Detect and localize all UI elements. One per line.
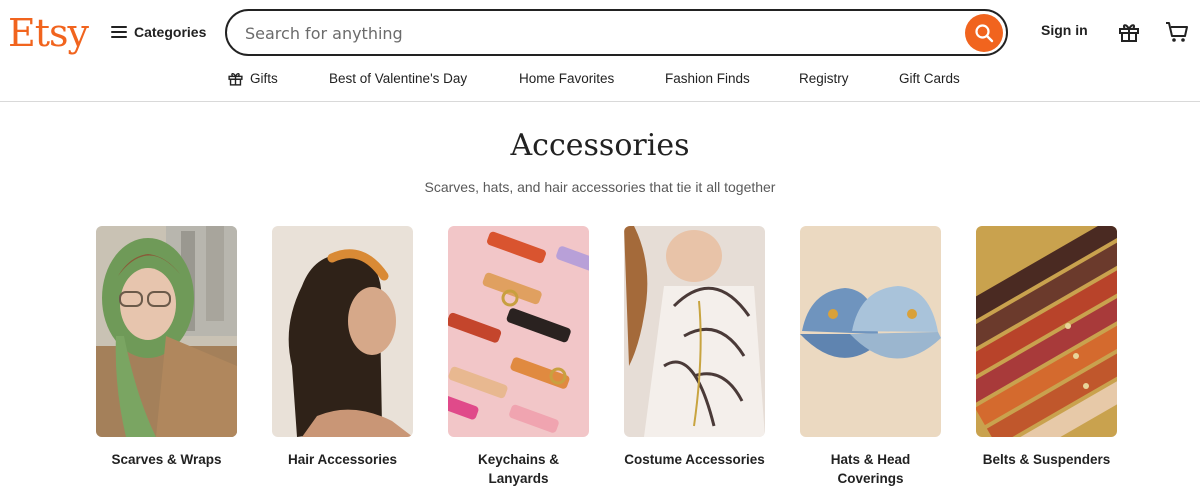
nav-label: Best of Valentine's Day [329, 70, 468, 86]
nav-label: Home Favorites [519, 70, 615, 86]
category-card-hats-head-coverings[interactable]: Hats & Head Coverings [800, 226, 941, 488]
hamburger-icon [111, 26, 127, 38]
gift-icon [228, 72, 243, 86]
search-button[interactable] [965, 14, 1003, 52]
gift-icon[interactable] [1117, 20, 1141, 44]
top-nav: Gifts Best of Valentine's Day Home Favor… [0, 66, 1200, 90]
category-image [96, 226, 237, 437]
cart-icon[interactable] [1164, 20, 1190, 44]
nav-label: Registry [799, 70, 849, 86]
nav-item-valentines[interactable]: Best of Valentine's Day [329, 66, 467, 90]
category-label: Scarves & Wraps [111, 452, 222, 467]
etsy-logo[interactable]: Etsy [8, 8, 89, 58]
nav-item-registry[interactable]: Registry [799, 66, 849, 90]
sign-in-link[interactable]: Sign in [1041, 22, 1088, 38]
categories-button[interactable]: Categories [111, 20, 206, 44]
categories-label: Categories [134, 24, 207, 40]
search-icon [975, 24, 994, 43]
category-label: Keychains & Lanyards [477, 452, 560, 486]
category-card-hair-accessories[interactable]: Hair Accessories [272, 226, 413, 469]
nav-item-home-favorites[interactable]: Home Favorites [519, 66, 614, 90]
nav-item-gifts[interactable]: Gifts [227, 66, 278, 90]
category-label: Hats & Head Coverings [830, 452, 911, 486]
category-label: Hair Accessories [287, 452, 398, 467]
category-label: Costume Accessories [624, 452, 765, 467]
nav-label: Fashion Finds [665, 70, 750, 86]
page-title: Accessories [510, 128, 690, 163]
nav-item-fashion-finds[interactable]: Fashion Finds [665, 66, 750, 90]
category-image [800, 226, 941, 437]
category-card-keychains-lanyards[interactable]: Keychains & Lanyards [448, 226, 589, 488]
site-header: Etsy Categories Sign in [0, 0, 1200, 102]
nav-label: Gifts [250, 70, 278, 86]
category-card-scarves-wraps[interactable]: Scarves & Wraps [96, 226, 237, 469]
category-card-belts-suspenders[interactable]: Belts & Suspenders [976, 226, 1117, 469]
category-card-costume-accessories[interactable]: Costume Accessories [624, 226, 765, 469]
page-subtitle: Scarves, hats, and hair accessories that… [424, 179, 776, 195]
nav-label: Gift Cards [899, 70, 960, 86]
category-image [272, 226, 413, 437]
category-image [448, 226, 589, 437]
category-image [624, 226, 765, 437]
search-bar [225, 9, 1008, 56]
search-input[interactable] [245, 19, 945, 47]
category-image [976, 226, 1117, 437]
nav-item-gift-cards[interactable]: Gift Cards [899, 66, 960, 90]
category-label: Belts & Suspenders [982, 452, 1111, 467]
